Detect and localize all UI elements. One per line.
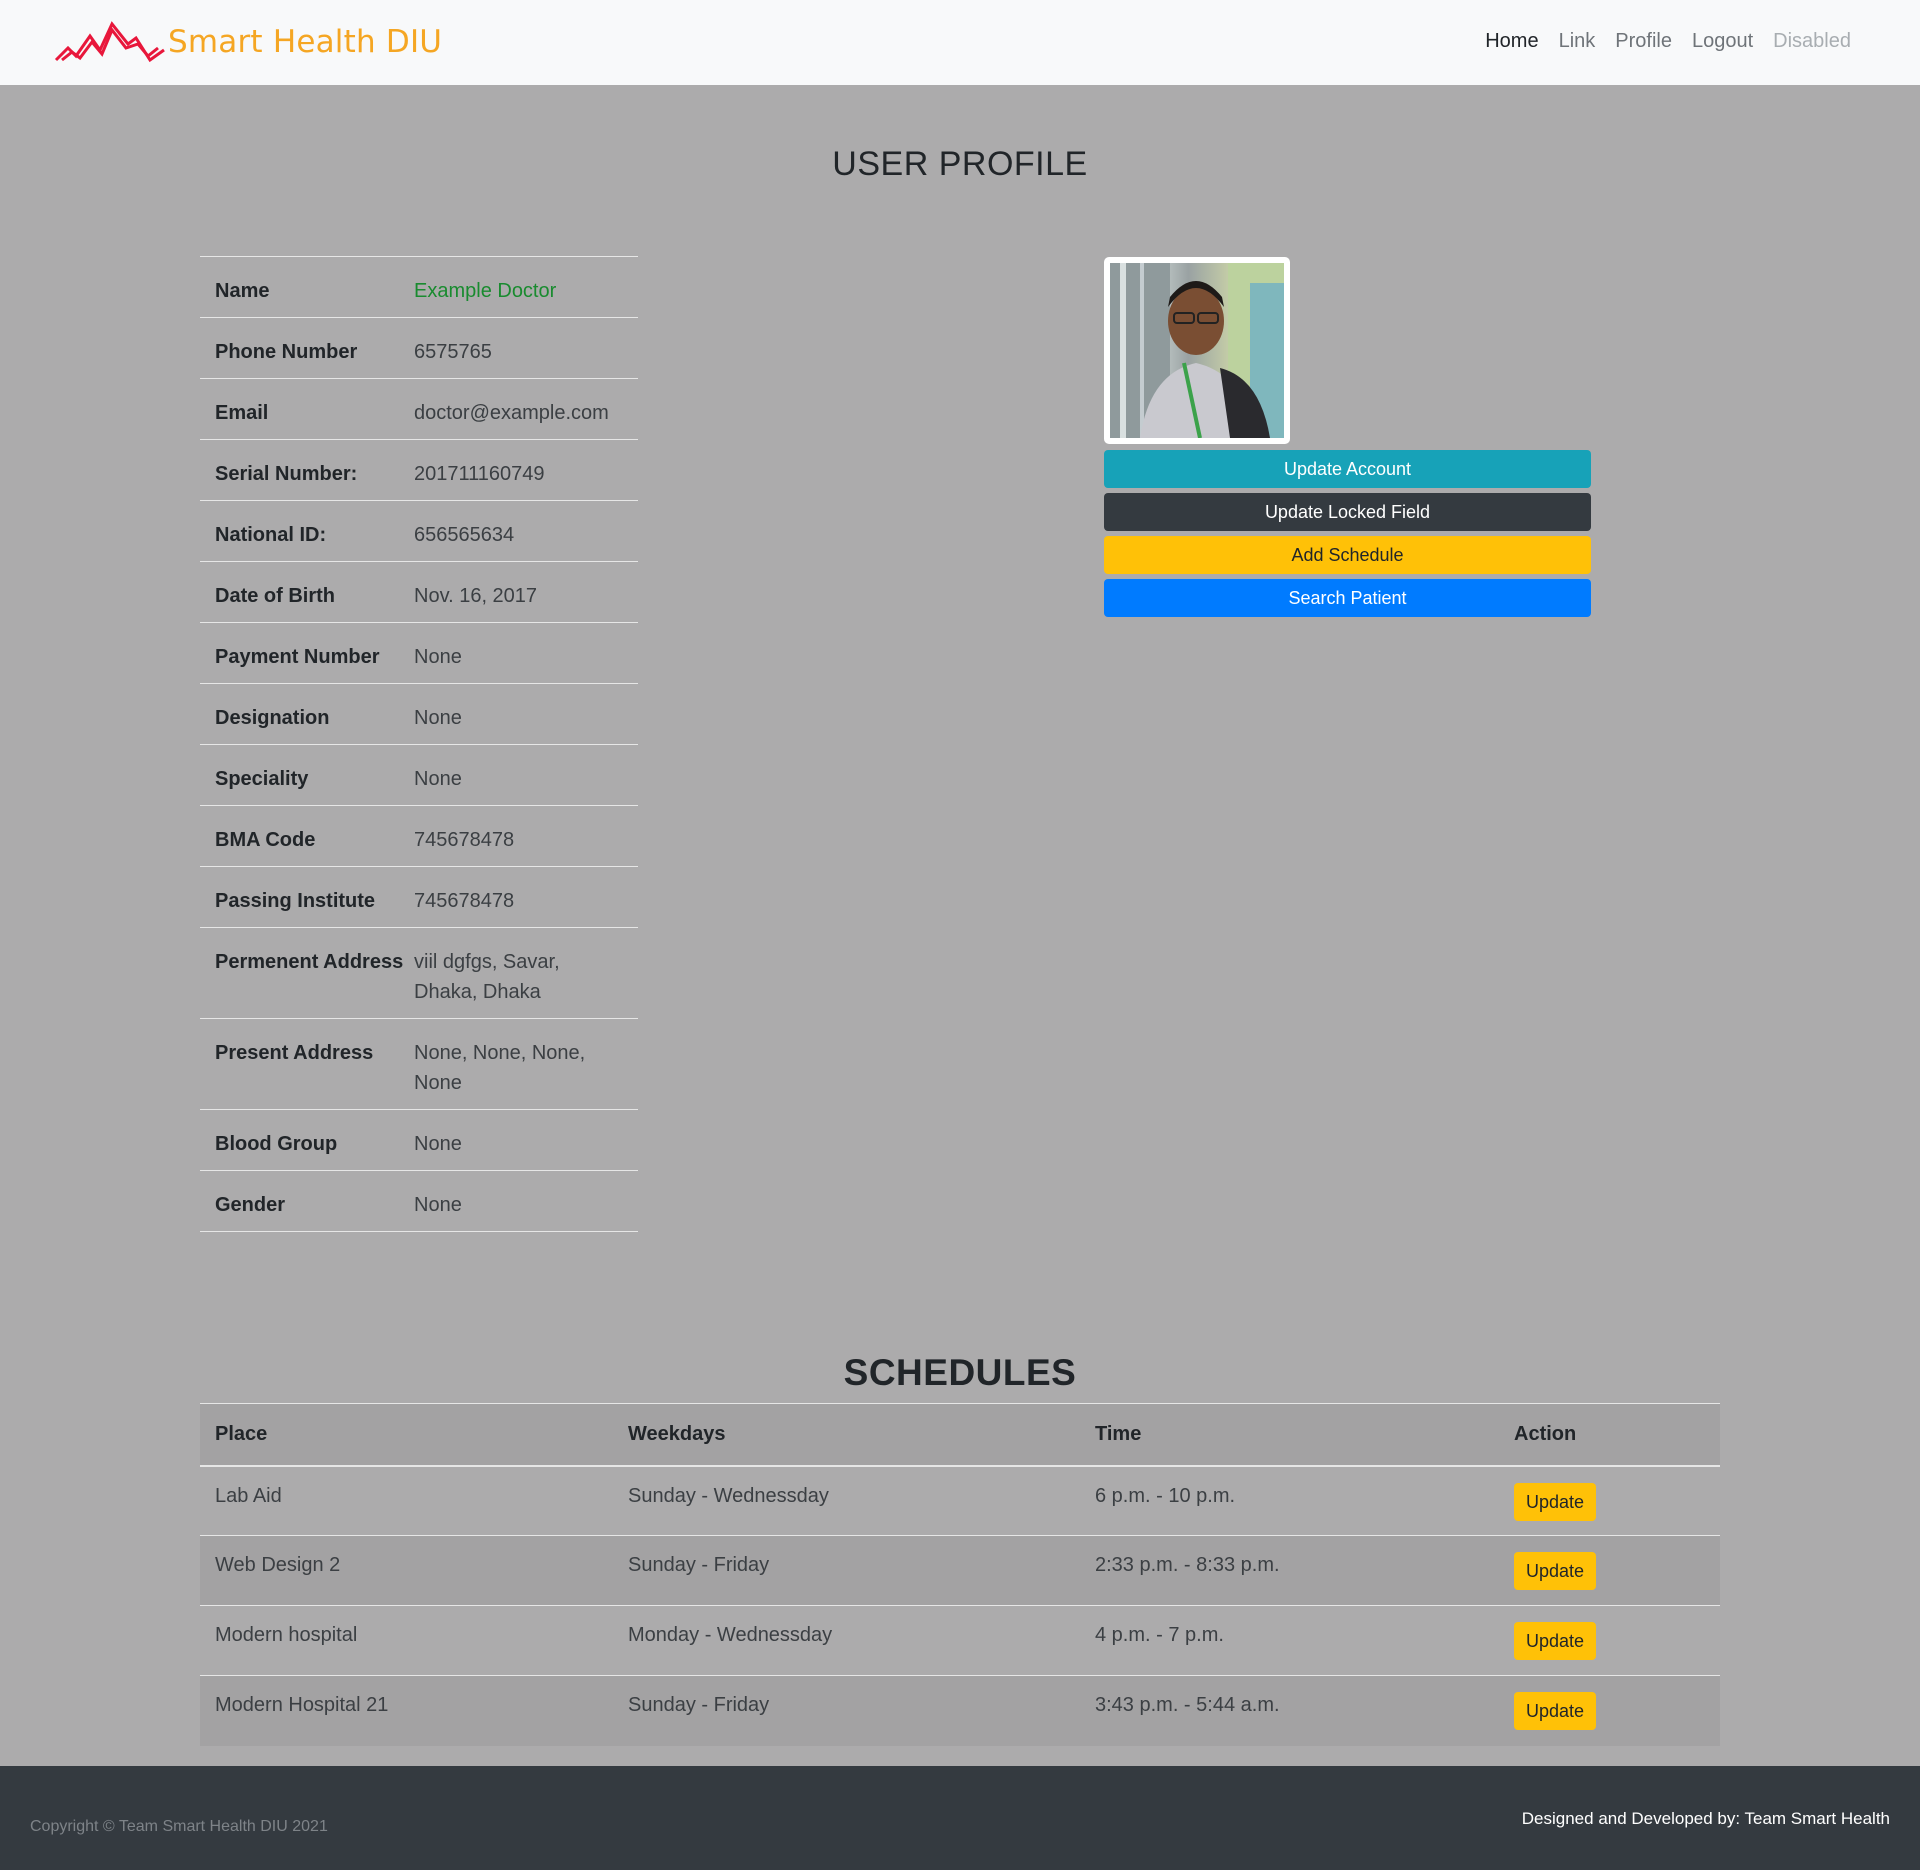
footer-developed-by: Designed and Developed by: Team Smart He…	[1521, 1809, 1890, 1828]
heartbeat-lines-icon	[54, 21, 165, 63]
update-schedule-button[interactable]: Update	[1514, 1552, 1597, 1590]
profile-label: Speciality	[200, 744, 414, 806]
schedule-place: Web Design 2	[200, 1535, 613, 1606]
profile-row-national-id: National ID: 656565634	[200, 500, 638, 562]
profile-value: 6575765	[414, 317, 638, 379]
profile-label: Serial Number:	[200, 439, 414, 501]
schedule-action: Update	[1499, 1465, 1720, 1536]
profile-label: National ID:	[200, 500, 414, 562]
profile-photo	[1110, 263, 1284, 438]
schedule-time: 3:43 p.m. - 5:44 a.m.	[1080, 1675, 1499, 1746]
profile-actions: Update Account Update Locked Field Add S…	[1104, 450, 1591, 622]
navbar: Smart Health DIU Home Link Profile Logou…	[0, 0, 1920, 85]
profile-row-permanent-address: Permenent Address viil dgfgs, Savar, Dha…	[200, 927, 638, 1019]
footer-copyright: Copyright © Team Smart Health DIU 2021	[30, 1818, 328, 1835]
schedule-place: Modern Hospital 21	[200, 1675, 613, 1746]
column-header: Weekdays	[613, 1403, 1080, 1467]
profile-label: Gender	[200, 1170, 414, 1232]
column-header: Action	[1499, 1403, 1720, 1467]
search-patient-button[interactable]: Search Patient	[1104, 579, 1591, 617]
schedule-action: Update	[1499, 1535, 1720, 1606]
table-row: Web Design 2 Sunday - Friday 2:33 p.m. -…	[200, 1535, 1720, 1606]
profile-label: Payment Number	[200, 622, 414, 684]
profile-value: None	[414, 622, 638, 684]
profile-label: Designation	[200, 683, 414, 745]
profile-row-name: Name Example Doctor	[200, 256, 638, 318]
update-account-button[interactable]: Update Account	[1104, 450, 1591, 488]
footer: Copyright © Team Smart Health DIU 2021 D…	[0, 1766, 1920, 1870]
brand[interactable]: Smart Health DIU	[54, 20, 442, 64]
person-photo-icon	[1110, 263, 1284, 438]
profile-row-institute: Passing Institute 745678478	[200, 866, 638, 928]
column-header: Place	[200, 1403, 613, 1467]
profile-value: 745678478	[414, 866, 638, 928]
update-schedule-button[interactable]: Update	[1514, 1692, 1597, 1730]
profile-label: Blood Group	[200, 1109, 414, 1171]
main-nav: Home Link Profile Logout Disabled	[1475, 30, 1861, 53]
schedule-weekdays: Monday - Wednessday	[613, 1605, 1080, 1676]
profile-label: Phone Number	[200, 317, 414, 379]
profile-label: BMA Code	[200, 805, 414, 867]
profile-label: Present Address	[200, 1018, 414, 1110]
schedule-weekdays: Sunday - Friday	[613, 1675, 1080, 1746]
profile-label: Email	[200, 378, 414, 440]
table-header-row: Place Weekdays Time Action	[200, 1403, 1720, 1467]
nav-profile[interactable]: Profile	[1605, 30, 1682, 53]
schedule-place: Modern hospital	[200, 1605, 613, 1676]
profile-value: Nov. 16, 2017	[414, 561, 638, 623]
profile-photo-frame	[1104, 257, 1290, 444]
profile-label: Date of Birth	[200, 561, 414, 623]
schedules-title: SCHEDULES	[843, 1352, 1077, 1393]
update-locked-field-button[interactable]: Update Locked Field	[1104, 493, 1591, 531]
profile-row-speciality: Speciality None	[200, 744, 638, 806]
update-schedule-button[interactable]: Update	[1514, 1482, 1597, 1521]
profile-table: Name Example Doctor Phone Number 6575765…	[200, 256, 638, 1232]
profile-row-dob: Date of Birth Nov. 16, 2017	[200, 561, 638, 623]
profile-row-email: Email doctor@example.com	[200, 378, 638, 440]
profile-value: None	[414, 1170, 638, 1232]
profile-row-designation: Designation None	[200, 683, 638, 745]
schedule-time: 2:33 p.m. - 8:33 p.m.	[1080, 1535, 1499, 1606]
profile-row-serial: Serial Number: 201711160749	[200, 439, 638, 501]
add-schedule-button[interactable]: Add Schedule	[1104, 536, 1591, 574]
profile-value: 201711160749	[414, 439, 638, 501]
nav-logout[interactable]: Logout	[1682, 30, 1763, 53]
profile-value: 745678478	[414, 805, 638, 867]
profile-row-payment: Payment Number None	[200, 622, 638, 684]
nav-home[interactable]: Home	[1475, 30, 1548, 53]
nav-disabled: Disabled	[1773, 30, 1851, 52]
table-row: Modern Hospital 21 Sunday - Friday 3:43 …	[200, 1675, 1720, 1746]
table-row: Modern hospital Monday - Wednessday 4 p.…	[200, 1605, 1720, 1676]
schedule-place: Lab Aid	[200, 1465, 613, 1536]
column-header: Time	[1080, 1403, 1499, 1467]
profile-row-present-address: Present Address None, None, None, None	[200, 1018, 638, 1110]
profile-value: doctor@example.com	[414, 378, 638, 440]
profile-row-phone: Phone Number 6575765	[200, 317, 638, 379]
brand-name: Smart Health DIU	[168, 24, 443, 60]
profile-label: Permenent Address	[200, 927, 414, 1019]
profile-value: None	[414, 744, 638, 806]
profile-row-gender: Gender None	[200, 1170, 638, 1232]
nav-link[interactable]: Link	[1549, 30, 1606, 53]
schedule-time: 4 p.m. - 7 p.m.	[1080, 1605, 1499, 1676]
profile-label: Passing Institute	[200, 866, 414, 928]
page-title: USER PROFILE	[832, 145, 1088, 183]
profile-row-bma: BMA Code 745678478	[200, 805, 638, 867]
schedule-time: 6 p.m. - 10 p.m.	[1080, 1465, 1499, 1536]
schedule-weekdays: Sunday - Friday	[613, 1535, 1080, 1606]
profile-row-blood-group: Blood Group None	[200, 1109, 638, 1171]
update-schedule-button[interactable]: Update	[1514, 1622, 1597, 1660]
profile-value: None	[414, 683, 638, 745]
schedules-table: Place Weekdays Time Action Lab Aid Sunda…	[200, 1403, 1720, 1746]
profile-value: viil dgfgs, Savar, Dhaka, Dhaka	[414, 927, 638, 1019]
profile-value: None, None, None, None	[414, 1018, 638, 1110]
profile-value: Example Doctor	[414, 256, 638, 318]
profile-label: Name	[200, 256, 414, 318]
schedule-action: Update	[1499, 1605, 1720, 1676]
profile-value: 656565634	[414, 500, 638, 562]
schedule-weekdays: Sunday - Wednessday	[613, 1465, 1080, 1536]
schedule-action: Update	[1499, 1675, 1720, 1746]
table-row: Lab Aid Sunday - Wednessday 6 p.m. - 10 …	[200, 1465, 1720, 1536]
profile-value: None	[414, 1109, 638, 1171]
